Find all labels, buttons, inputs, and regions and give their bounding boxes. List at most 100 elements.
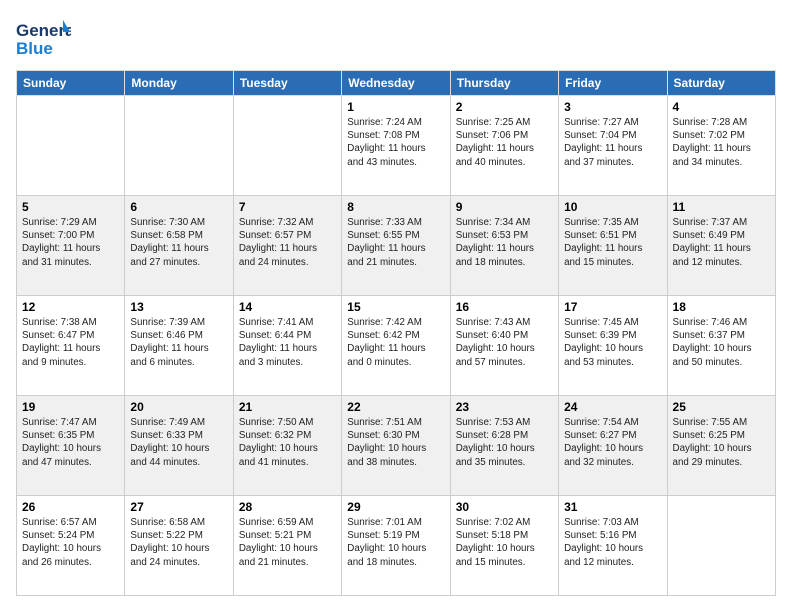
calendar-cell: 24 Sunrise: 7:54 AMSunset: 6:27 PMDayligh… <box>559 396 667 496</box>
svg-text:General: General <box>16 21 71 40</box>
day-info: Sunrise: 7:43 AMSunset: 6:40 PMDaylight:… <box>456 316 553 369</box>
day-number: 31 <box>564 500 661 514</box>
calendar-cell: 29Sunrise: 7:01 AMSunset: 5:19 PMDayligh… <box>342 496 450 596</box>
day-number: 8 <box>347 200 444 214</box>
calendar-cell: 31 Sunrise: 7:03 AMSunset: 5:16 PMDayligh… <box>559 496 667 596</box>
calendar-cell: 8 Sunrise: 7:33 AMSunset: 6:55 PMDaylight… <box>342 196 450 296</box>
day-number: 12 <box>22 300 119 314</box>
calendar-header-row: SundayMondayTuesdayWednesdayThursdayFrid… <box>17 71 776 96</box>
day-info: Sunrise: 7:55 AMSunset: 6:25 PMDaylight:… <box>673 416 770 469</box>
calendar-cell: 7 Sunrise: 7:32 AMSunset: 6:57 PMDaylight… <box>233 196 341 296</box>
day-info: Sunrise: 7:53 AMSunset: 6:28 PMDaylight:… <box>456 416 553 469</box>
calendar-cell <box>125 96 233 196</box>
day-number: 5 <box>22 200 119 214</box>
logo: GeneralBlue <box>16 16 71 60</box>
day-info: Sunrise: 7:54 AMSunset: 6:27 PMDaylight:… <box>564 416 661 469</box>
calendar-cell: 23 Sunrise: 7:53 AMSunset: 6:28 PMDayligh… <box>450 396 558 496</box>
calendar-week-row: 26Sunrise: 6:57 AMSunset: 5:24 PMDayligh… <box>17 496 776 596</box>
day-number: 27 <box>130 500 227 514</box>
day-info: Sunrise: 7:35 AMSunset: 6:51 PMDaylight:… <box>564 216 661 269</box>
day-info: Sunrise: 7:02 AMSunset: 5:18 PMDaylight:… <box>456 516 553 569</box>
calendar-day-header: Monday <box>125 71 233 96</box>
calendar-week-row: 1Sunrise: 7:24 AMSunset: 7:08 PMDaylight… <box>17 96 776 196</box>
calendar-cell <box>667 496 775 596</box>
day-info: Sunrise: 7:38 AMSunset: 6:47 PMDaylight:… <box>22 316 119 369</box>
calendar-cell <box>17 96 125 196</box>
day-number: 26 <box>22 500 119 514</box>
day-number: 28 <box>239 500 336 514</box>
day-info: Sunrise: 7:50 AMSunset: 6:32 PMDaylight:… <box>239 416 336 469</box>
calendar-week-row: 19 Sunrise: 7:47 AMSunset: 6:35 PMDayligh… <box>17 396 776 496</box>
calendar-cell: 10Sunrise: 7:35 AMSunset: 6:51 PMDayligh… <box>559 196 667 296</box>
day-info: Sunrise: 6:58 AMSunset: 5:22 PMDaylight:… <box>130 516 227 569</box>
day-info: Sunrise: 7:30 AMSunset: 6:58 PMDaylight:… <box>130 216 227 269</box>
day-info: Sunrise: 7:27 AMSunset: 7:04 PMDaylight:… <box>564 116 661 169</box>
day-info: Sunrise: 7:29 AMSunset: 7:00 PMDaylight:… <box>22 216 119 269</box>
calendar-cell: 25 Sunrise: 7:55 AMSunset: 6:25 PMDayligh… <box>667 396 775 496</box>
day-number: 4 <box>673 100 770 114</box>
calendar-cell: 21Sunrise: 7:50 AMSunset: 6:32 PMDayligh… <box>233 396 341 496</box>
day-info: Sunrise: 7:03 AMSunset: 5:16 PMDaylight:… <box>564 516 661 569</box>
day-number: 14 <box>239 300 336 314</box>
day-info: Sunrise: 7:42 AMSunset: 6:42 PMDaylight:… <box>347 316 444 369</box>
day-number: 6 <box>130 200 227 214</box>
day-info: Sunrise: 7:28 AMSunset: 7:02 PMDaylight:… <box>673 116 770 169</box>
calendar-cell: 19 Sunrise: 7:47 AMSunset: 6:35 PMDayligh… <box>17 396 125 496</box>
calendar-week-row: 5 Sunrise: 7:29 AMSunset: 7:00 PMDaylight… <box>17 196 776 296</box>
svg-text:Blue: Blue <box>16 39 53 58</box>
calendar-cell: 1Sunrise: 7:24 AMSunset: 7:08 PMDaylight… <box>342 96 450 196</box>
day-number: 13 <box>130 300 227 314</box>
day-info: Sunrise: 7:33 AMSunset: 6:55 PMDaylight:… <box>347 216 444 269</box>
calendar-cell: 5 Sunrise: 7:29 AMSunset: 7:00 PMDaylight… <box>17 196 125 296</box>
day-info: Sunrise: 6:59 AMSunset: 5:21 PMDaylight:… <box>239 516 336 569</box>
calendar-cell: 6 Sunrise: 7:30 AMSunset: 6:58 PMDaylight… <box>125 196 233 296</box>
day-info: Sunrise: 7:24 AMSunset: 7:08 PMDaylight:… <box>347 116 444 169</box>
day-number: 25 <box>673 400 770 414</box>
calendar-cell: 14 Sunrise: 7:41 AMSunset: 6:44 PMDayligh… <box>233 296 341 396</box>
calendar-cell: 15 Sunrise: 7:42 AMSunset: 6:42 PMDayligh… <box>342 296 450 396</box>
day-info: Sunrise: 7:47 AMSunset: 6:35 PMDaylight:… <box>22 416 119 469</box>
page: GeneralBlue SundayMondayTuesdayWednesday… <box>0 0 792 612</box>
calendar-cell: 12 Sunrise: 7:38 AMSunset: 6:47 PMDayligh… <box>17 296 125 396</box>
calendar-cell: 30 Sunrise: 7:02 AMSunset: 5:18 PMDayligh… <box>450 496 558 596</box>
day-info: Sunrise: 7:37 AMSunset: 6:49 PMDaylight:… <box>673 216 770 269</box>
day-number: 9 <box>456 200 553 214</box>
calendar-cell <box>233 96 341 196</box>
day-info: Sunrise: 7:51 AMSunset: 6:30 PMDaylight:… <box>347 416 444 469</box>
day-number: 2 <box>456 100 553 114</box>
calendar-day-header: Friday <box>559 71 667 96</box>
calendar-cell: 22Sunrise: 7:51 AMSunset: 6:30 PMDayligh… <box>342 396 450 496</box>
day-number: 19 <box>22 400 119 414</box>
day-number: 30 <box>456 500 553 514</box>
calendar-day-header: Sunday <box>17 71 125 96</box>
calendar-cell: 18 Sunrise: 7:46 AMSunset: 6:37 PMDayligh… <box>667 296 775 396</box>
header: GeneralBlue <box>16 16 776 60</box>
day-number: 29 <box>347 500 444 514</box>
day-info: Sunrise: 7:32 AMSunset: 6:57 PMDaylight:… <box>239 216 336 269</box>
calendar-cell: 4 Sunrise: 7:28 AMSunset: 7:02 PMDaylight… <box>667 96 775 196</box>
calendar-day-header: Tuesday <box>233 71 341 96</box>
calendar-day-header: Wednesday <box>342 71 450 96</box>
day-number: 23 <box>456 400 553 414</box>
logo-svg: GeneralBlue <box>16 16 71 60</box>
day-number: 18 <box>673 300 770 314</box>
calendar-cell: 2 Sunrise: 7:25 AMSunset: 7:06 PMDaylight… <box>450 96 558 196</box>
calendar-cell: 26Sunrise: 6:57 AMSunset: 5:24 PMDayligh… <box>17 496 125 596</box>
day-number: 7 <box>239 200 336 214</box>
calendar-cell: 11 Sunrise: 7:37 AMSunset: 6:49 PMDayligh… <box>667 196 775 296</box>
calendar-day-header: Saturday <box>667 71 775 96</box>
day-number: 17 <box>564 300 661 314</box>
calendar-cell: 27 Sunrise: 6:58 AMSunset: 5:22 PMDayligh… <box>125 496 233 596</box>
day-number: 24 <box>564 400 661 414</box>
calendar-cell: 3Sunrise: 7:27 AMSunset: 7:04 PMDaylight… <box>559 96 667 196</box>
day-info: Sunrise: 7:41 AMSunset: 6:44 PMDaylight:… <box>239 316 336 369</box>
day-info: Sunrise: 7:46 AMSunset: 6:37 PMDaylight:… <box>673 316 770 369</box>
calendar-cell: 17Sunrise: 7:45 AMSunset: 6:39 PMDayligh… <box>559 296 667 396</box>
day-number: 11 <box>673 200 770 214</box>
day-info: Sunrise: 7:25 AMSunset: 7:06 PMDaylight:… <box>456 116 553 169</box>
day-number: 20 <box>130 400 227 414</box>
day-number: 16 <box>456 300 553 314</box>
day-number: 15 <box>347 300 444 314</box>
day-info: Sunrise: 7:39 AMSunset: 6:46 PMDaylight:… <box>130 316 227 369</box>
day-info: Sunrise: 7:49 AMSunset: 6:33 PMDaylight:… <box>130 416 227 469</box>
